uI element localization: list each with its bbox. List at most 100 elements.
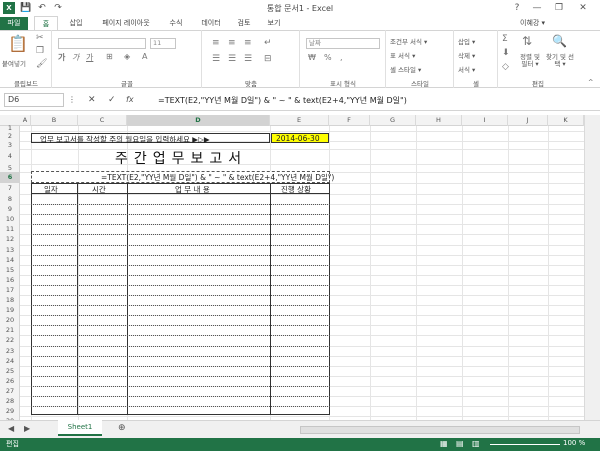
align-left-icon[interactable]: ☰ (212, 54, 220, 64)
prev-sheet-icon[interactable]: ◀ (8, 424, 14, 433)
header-task[interactable]: 업 무 내 용 (175, 184, 210, 195)
align-center-icon[interactable]: ☰ (228, 54, 236, 64)
page-layout-view-icon[interactable]: ▤ (456, 439, 464, 448)
font-color-icon[interactable]: A (142, 52, 147, 61)
row-26-header[interactable]: 26 (0, 376, 20, 386)
insert-cells-button[interactable]: 삽입 ▾ (458, 36, 475, 46)
sheet-tab-sheet1[interactable]: Sheet1 (58, 420, 102, 436)
add-sheet-icon[interactable]: ⊕ (118, 423, 126, 433)
row-11-header[interactable]: 11 (0, 224, 20, 234)
row-3-header[interactable]: 3 (0, 141, 20, 149)
cancel-entry-icon[interactable]: ✕ (88, 95, 96, 105)
tab-file[interactable]: 파일 (0, 17, 28, 30)
row-19-header[interactable]: 19 (0, 305, 20, 315)
align-right-icon[interactable]: ☰ (244, 54, 252, 64)
wrap-text-icon[interactable]: ↵ (264, 38, 272, 48)
row-7-header[interactable]: 7 (0, 183, 20, 194)
column-f-header[interactable]: F (329, 115, 370, 126)
row-15-header[interactable]: 15 (0, 265, 20, 275)
column-h-header[interactable]: H (416, 115, 462, 126)
row-28-header[interactable]: 28 (0, 396, 20, 406)
restore-button[interactable]: ❐ (550, 0, 568, 16)
insert-function-icon[interactable]: fx (126, 95, 134, 104)
align-top-icon[interactable]: ≡ (212, 38, 220, 48)
close-button[interactable]: ✕ (574, 0, 592, 16)
column-a-header[interactable]: A (20, 115, 31, 126)
help-button[interactable]: ? (508, 0, 526, 16)
column-e-header[interactable]: E (270, 115, 329, 126)
row-14-header[interactable]: 14 (0, 255, 20, 265)
row-5-header[interactable]: 5 (0, 164, 20, 172)
row-4-header[interactable]: 4 (0, 149, 20, 164)
align-bottom-icon[interactable]: ≡ (244, 38, 252, 48)
column-j-header[interactable]: J (508, 115, 548, 126)
row-23-header[interactable]: 23 (0, 346, 20, 356)
tab-formulas[interactable]: 수식 (164, 16, 188, 31)
tab-insert[interactable]: 삽입 (64, 16, 88, 31)
row-21-header[interactable]: 21 (0, 325, 20, 335)
name-box[interactable]: D6 (4, 93, 64, 107)
find-select-icon[interactable]: 🔍 (552, 34, 567, 48)
conditional-format-button[interactable]: 조건부 서식 ▾ (390, 36, 427, 46)
row-17-header[interactable]: 17 (0, 285, 20, 295)
tab-review[interactable]: 검토 (232, 16, 256, 31)
paste-button[interactable]: 붙여넣기 (2, 58, 26, 68)
clear-icon[interactable]: ◇ (502, 62, 509, 72)
header-progress[interactable]: 진행 상황 (281, 184, 311, 195)
column-i-header[interactable]: I (462, 115, 508, 126)
next-sheet-icon[interactable]: ▶ (24, 424, 30, 433)
row-12-header[interactable]: 12 (0, 234, 20, 244)
italic-icon[interactable]: 가 (72, 52, 79, 63)
row-6-header[interactable]: 6 (0, 172, 20, 183)
row-16-header[interactable]: 16 (0, 275, 20, 285)
format-table-button[interactable]: 표 서식 ▾ (390, 50, 415, 60)
copy-icon[interactable]: ❐ (36, 46, 44, 56)
row-10-header[interactable]: 10 (0, 214, 20, 224)
bold-icon[interactable]: 가 (58, 52, 65, 63)
undo-icon[interactable]: ↶ (36, 2, 48, 14)
tab-data[interactable]: 데이터 (196, 16, 226, 31)
zoom-level[interactable]: 100 % (563, 439, 585, 447)
column-b-header[interactable]: B (31, 115, 78, 126)
font-size-combo[interactable]: 11 (150, 38, 176, 49)
format-cells-button[interactable]: 서식 ▾ (458, 64, 475, 74)
row-18-header[interactable]: 18 (0, 295, 20, 305)
row-8-header[interactable]: 8 (0, 194, 20, 204)
header-date[interactable]: 일자 (44, 184, 58, 195)
font-name-combo[interactable] (58, 38, 146, 49)
user-account[interactable]: 이혜강 ▾ (520, 16, 545, 31)
sort-filter-button[interactable]: 정렬 및 필터 ▾ (516, 54, 544, 68)
formula-input[interactable]: =TEXT(E2,"YY년 M월 D일") & " ~ " & text(E2+… (158, 95, 407, 106)
merge-center-icon[interactable]: ⊟ (264, 54, 272, 64)
tab-home[interactable]: 홈 (34, 16, 58, 31)
minimize-button[interactable]: — (528, 0, 546, 16)
report-title[interactable]: 주간업무보고서 (115, 148, 247, 168)
zoom-slider[interactable] (490, 444, 560, 445)
column-g-header[interactable]: G (370, 115, 416, 126)
delete-cells-button[interactable]: 삭제 ▾ (458, 50, 475, 60)
paste-icon[interactable]: 📋 (8, 34, 28, 53)
column-k-header[interactable]: K (548, 115, 584, 126)
header-time[interactable]: 시간 (92, 184, 106, 195)
comma-icon[interactable]: , (340, 53, 343, 62)
row-29-header[interactable]: 29 (0, 406, 20, 416)
column-c-header[interactable]: C (78, 115, 127, 126)
percent-icon[interactable]: % (324, 53, 332, 62)
cut-icon[interactable]: ✂ (36, 33, 44, 43)
autosum-icon[interactable]: Σ (502, 34, 508, 44)
row-9-header[interactable]: 9 (0, 204, 20, 214)
border-icon[interactable]: ⊞ (106, 52, 113, 61)
save-icon[interactable]: 💾 (20, 2, 32, 14)
fill-icon[interactable]: ⬇ (502, 48, 510, 58)
tab-page-layout[interactable]: 페이지 레이아웃 (92, 16, 160, 31)
currency-icon[interactable]: ₩ (308, 53, 316, 62)
align-middle-icon[interactable]: ≡ (228, 38, 236, 48)
redo-icon[interactable]: ↷ (52, 2, 64, 14)
instruction-text[interactable]: 업무 보고서를 작성할 주의 월요일을 입력하세요 ▶▷▶ (40, 134, 210, 145)
row-24-header[interactable]: 24 (0, 356, 20, 366)
format-painter-icon[interactable]: 🖌 (36, 59, 47, 69)
number-format-combo[interactable]: 날짜 (306, 38, 380, 49)
find-select-button[interactable]: 찾기 및 선택 ▾ (544, 54, 576, 68)
column-d-header[interactable]: D (127, 115, 270, 126)
row-13-header[interactable]: 13 (0, 245, 20, 255)
